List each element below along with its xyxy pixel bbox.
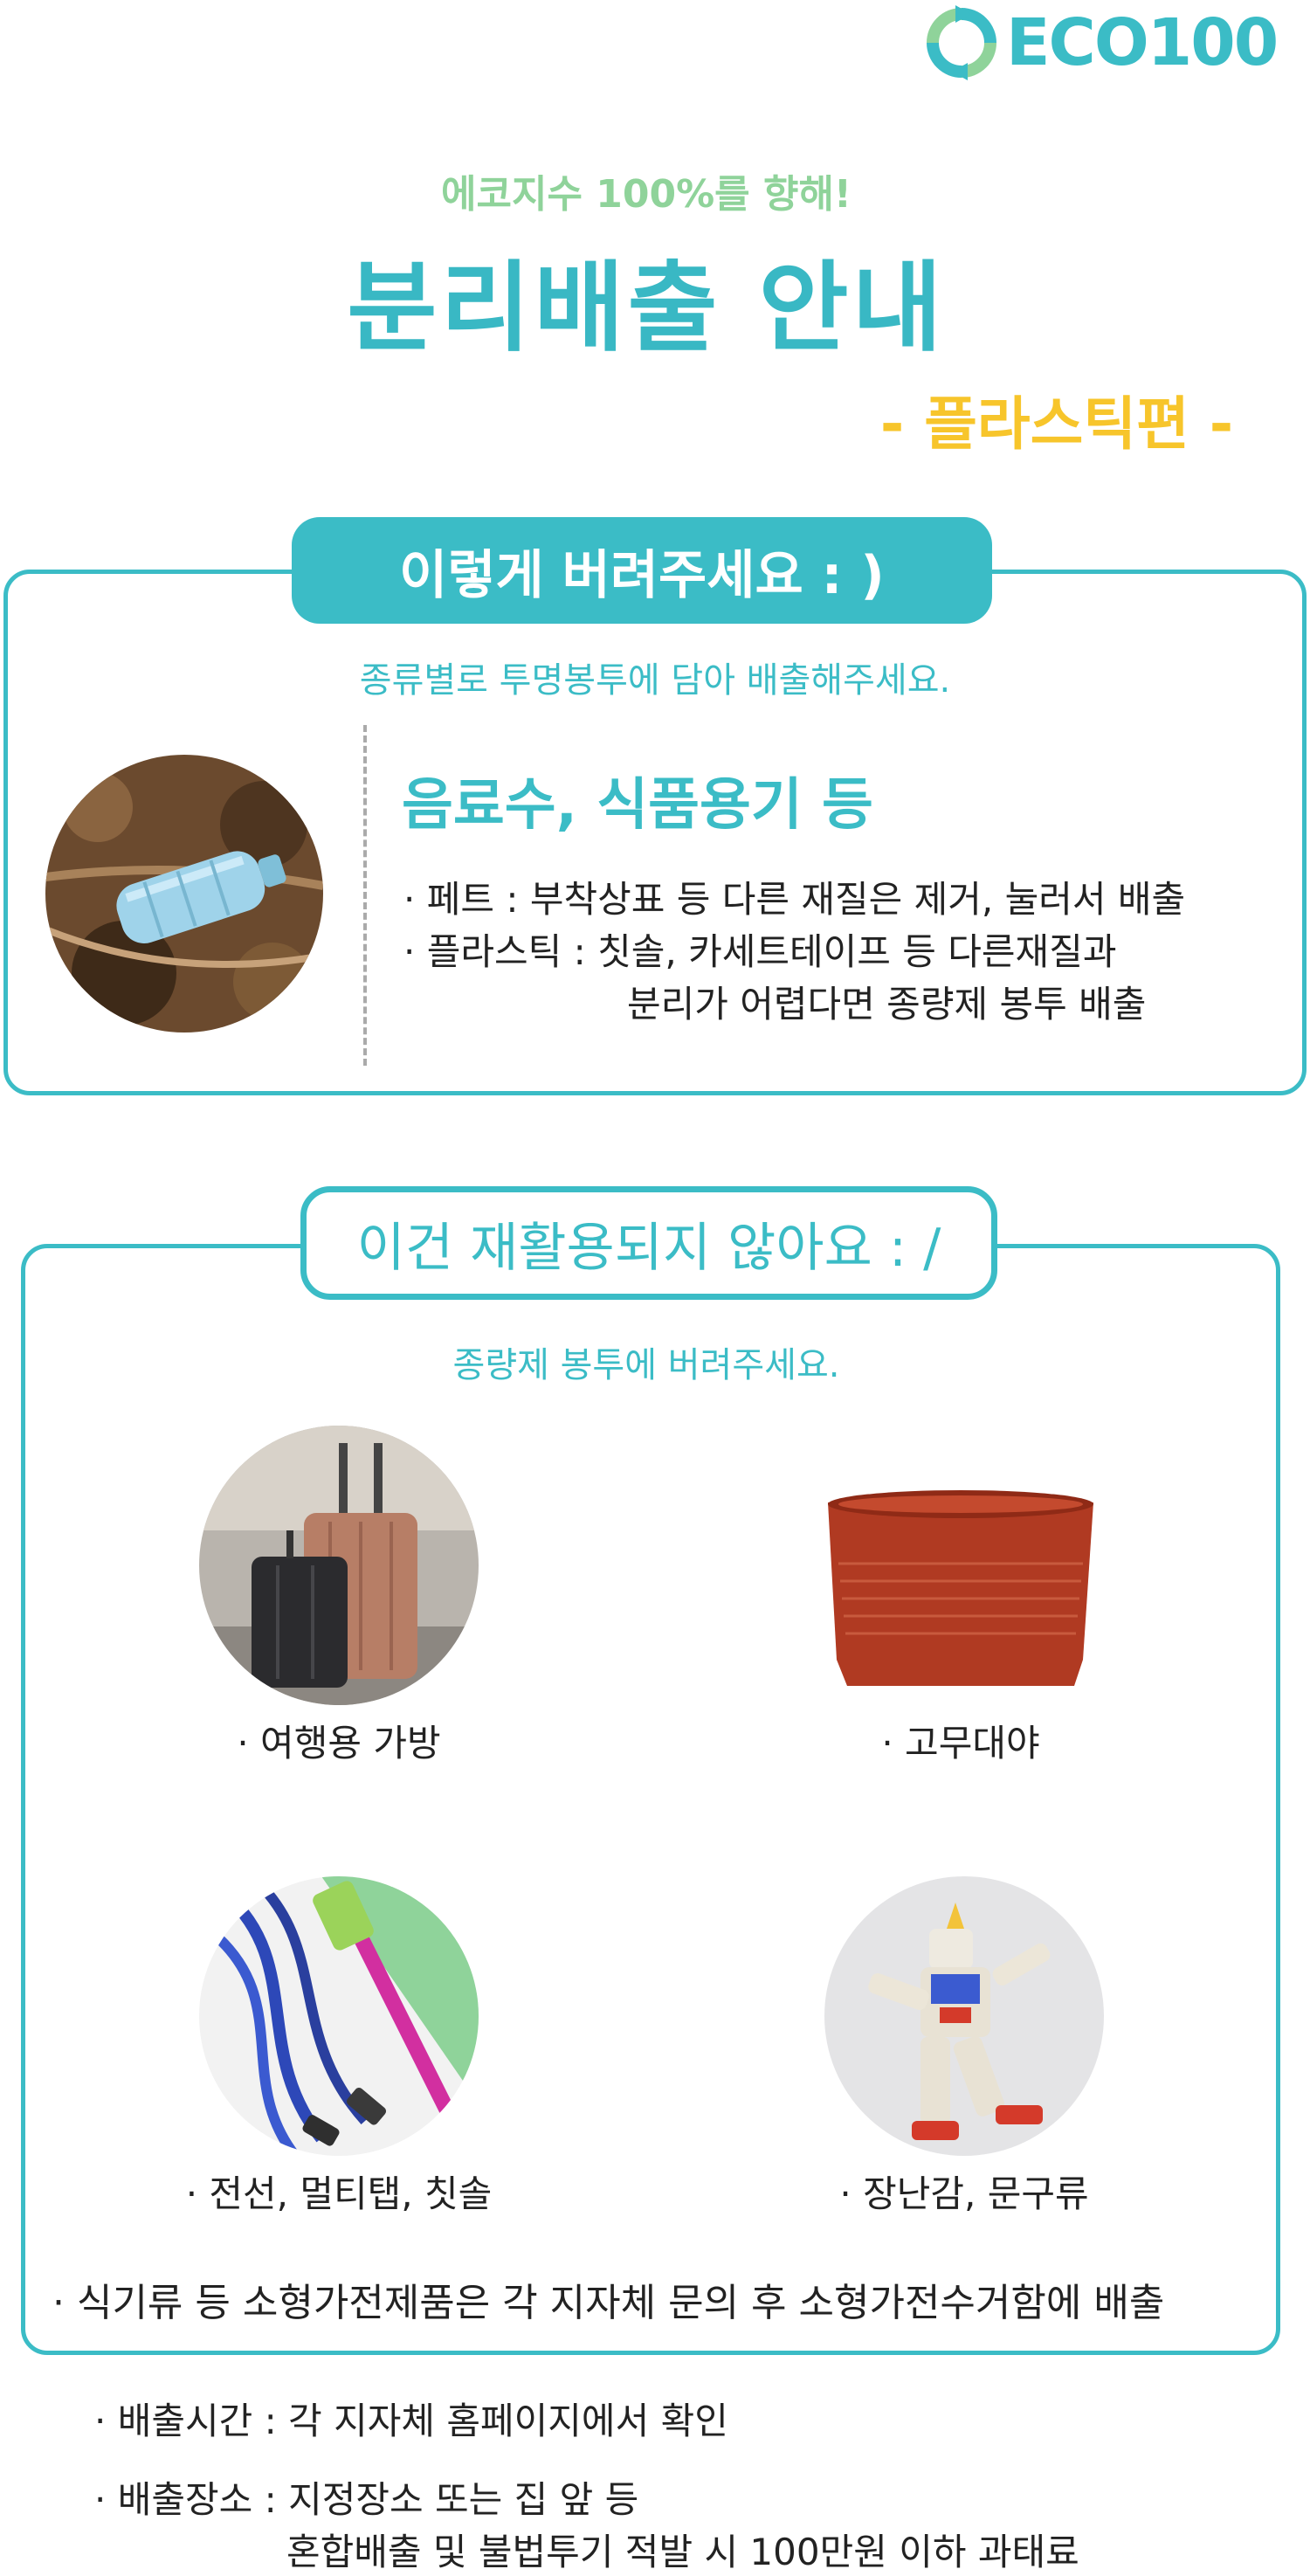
recycle-arrows-icon xyxy=(927,5,996,80)
item-label-cables: · 전선, 멀티탭, 칫솔 xyxy=(185,2172,493,2215)
bullet-pet: · 페트 : 부착상표 등 다른 재질은 제거, 눌러서 배출 xyxy=(403,878,1186,921)
eco100-logo: ECO100 xyxy=(924,5,1300,80)
disposal-time: · 배출시간 : 각 지자체 홈페이지에서 확인 xyxy=(94,2400,728,2442)
penalty-note: 혼합배출 및 불법투기 적발 시 100만원 이하 과태료 xyxy=(286,2531,1079,2573)
item-label-suitcase: · 여행용 가방 xyxy=(237,1722,441,1765)
category-title: 음료수, 식품용기 등 xyxy=(402,773,873,838)
do-section-heading: 이렇게 버려주세요 : ) xyxy=(292,517,992,624)
dont-section-heading: 이건 재활용되지 않아요 : / xyxy=(300,1186,997,1300)
suitcase-photo xyxy=(199,1426,479,1705)
item-label-basin: · 고무대야 xyxy=(881,1722,1040,1765)
page-title: 분리배출 안내 xyxy=(347,252,946,365)
dont-section-instruction: 종량제 봉투에 버려주세요. xyxy=(452,1345,840,1385)
small-appliance-note: · 식기류 등 소형가전제품은 각 지자체 문의 후 소형가전수거함에 배출 xyxy=(52,2281,1165,2325)
bullet-plastic: · 플라스틱 : 칫솔, 카세트테이프 등 다른재질과 xyxy=(403,930,1117,973)
toy-robot-photo xyxy=(824,1876,1104,2156)
edition-label: - 플라스틱편 - xyxy=(879,390,1234,458)
disposal-place: · 배출장소 : 지정장소 또는 집 앞 등 xyxy=(94,2478,639,2521)
dashed-divider xyxy=(363,725,367,1066)
plastic-bottle-photo xyxy=(45,755,323,1032)
do-section-instruction: 종류별로 투명봉투에 담아 배출해주세요. xyxy=(359,660,951,701)
cables-toothbrush-photo xyxy=(199,1876,479,2156)
item-label-toys: · 장난감, 문구류 xyxy=(839,2172,1089,2215)
page-subtitle: 에코지수 100%를 향해! xyxy=(441,172,852,217)
logo-text: ECO100 xyxy=(1006,5,1279,80)
rubber-basin-photo xyxy=(821,1485,1100,1695)
bullet-plastic-cont: 분리가 어렵다면 종량제 봉투 배출 xyxy=(627,983,1147,1026)
